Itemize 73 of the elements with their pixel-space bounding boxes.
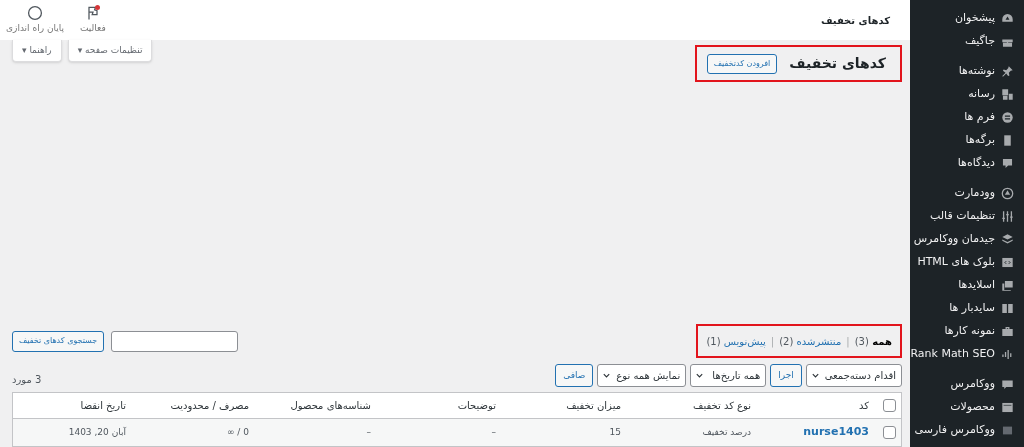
page-icon — [1001, 134, 1014, 147]
sidebar-item[interactable]: ووکامرس فارسی — [910, 419, 1024, 442]
briefcase-icon — [1001, 325, 1014, 338]
columns-icon — [1001, 302, 1014, 315]
circle-icon — [27, 4, 43, 21]
view-count: (3) — [854, 335, 869, 347]
view-count: (2) — [779, 335, 794, 347]
view-separator: | — [770, 334, 775, 349]
code-window-icon — [1001, 256, 1014, 269]
table-cell-text: – — [366, 425, 371, 439]
media-icon — [1001, 88, 1014, 101]
checkbox[interactable] — [882, 399, 896, 412]
page-heading: کدهای تخفیف — [789, 54, 886, 73]
table-cell-text: – — [491, 425, 496, 439]
sidebar-item[interactable]: دیدگاه‌ها — [910, 152, 1024, 175]
sidebar-item[interactable]: رسانه — [910, 83, 1024, 106]
column-header: تاریخ انقضا — [79, 399, 127, 413]
column-header: توضیحات — [456, 399, 497, 413]
sidebar-item[interactable]: Rank Math SEO — [910, 343, 1024, 366]
sidebar-item[interactable]: برگه‌ها — [910, 129, 1024, 152]
chevron-down-icon — [602, 371, 612, 380]
page-title: کدهای تخفیف — [820, 13, 890, 28]
view-count: (1) — [706, 335, 721, 347]
dropdown[interactable]: اقدام دسته‌جمعی — [805, 364, 902, 387]
badge-icon — [1001, 424, 1014, 437]
action-button[interactable]: صافی — [555, 364, 594, 387]
table-cell-text: ∞ / 0 — [227, 425, 249, 439]
view-separator: | — [846, 334, 850, 349]
speech-bubble-icon — [1001, 157, 1014, 170]
sidebar-item[interactable]: تنظیمات قالب — [910, 205, 1024, 228]
dropdown[interactable]: نمایش همه نوع — [597, 364, 687, 387]
sidebar-item[interactable]: سایدبار ها — [910, 297, 1024, 320]
form-icon — [1001, 111, 1014, 124]
gauge-icon — [1001, 12, 1014, 25]
search-field[interactable] — [111, 330, 239, 352]
sidebar-item[interactable]: بلوک های HTML — [910, 251, 1024, 274]
column-header: مصرف / محدودیت — [169, 399, 250, 413]
sidebar-item[interactable]: فرم ها — [910, 106, 1024, 129]
column-header: میزان تخفیف — [565, 399, 622, 413]
add-coupon-button[interactable]: افرودن کدتخفیف — [706, 53, 778, 74]
screen-tab[interactable]: تنظیمات صفحه ▾ — [67, 40, 153, 62]
sidebar-item[interactable]: وودمارت — [910, 182, 1024, 205]
sidebar-item[interactable]: اسلایدها — [910, 274, 1024, 297]
sliders-icon — [1001, 210, 1014, 223]
items-count: 3 مورد — [12, 373, 42, 387]
sidebar-item[interactable]: جیدمان ووکامرس — [910, 228, 1024, 251]
bar-chart-icon — [1001, 348, 1014, 361]
sidebar-item[interactable]: پیشخوان — [910, 7, 1024, 30]
sidebar-item[interactable]: نمونه کارها — [910, 320, 1024, 343]
column-header: نوع کد تخفیف — [692, 399, 752, 413]
pin-icon — [1001, 65, 1014, 78]
sidebar-item[interactable]: جاگیف — [910, 30, 1024, 53]
table-cell-text: درصد تخفیف — [702, 425, 751, 439]
table-cell-text: 15 — [609, 425, 621, 439]
checkbox[interactable] — [882, 426, 896, 439]
sidebar-item[interactable]: محصولات — [910, 396, 1024, 419]
coupon-code-link[interactable]: nurse1403 — [803, 424, 869, 441]
sidebar-item[interactable]: نوشته‌ها — [910, 60, 1024, 83]
chevron-down-icon — [695, 371, 705, 380]
layers-icon — [1001, 233, 1014, 246]
column-header: کد — [858, 399, 870, 413]
chevron-down-icon — [810, 371, 820, 380]
slides-icon — [1001, 279, 1014, 292]
sidebar-item[interactable]: ووکامرس — [910, 373, 1024, 396]
toolbar-button[interactable]: پایان راه اندازی — [6, 4, 64, 36]
column-header: شناسه‌های محصول — [289, 399, 372, 413]
archive-icon — [1001, 401, 1014, 414]
table-cell-text: آبان 20, 1403 — [68, 425, 126, 439]
action-button[interactable]: اجرا — [770, 364, 802, 387]
screen-tab[interactable]: راهنما ▾ — [12, 40, 62, 62]
search-coupons-button[interactable]: جستجوی کدهای تخفیف — [12, 330, 105, 352]
toolbar-button[interactable]: فعالیت — [80, 4, 106, 36]
dropdown[interactable]: همه تاریخ‌ها — [690, 364, 767, 387]
